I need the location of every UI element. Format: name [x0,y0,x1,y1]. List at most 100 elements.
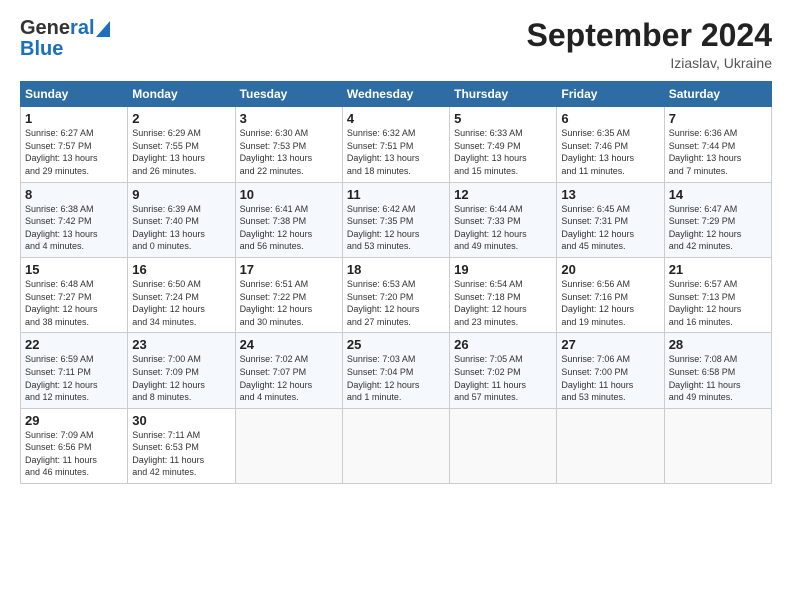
day-number: 19 [454,262,552,277]
day-detail: Sunrise: 7:09 AMSunset: 6:56 PMDaylight:… [25,429,123,479]
calendar-cell: 19Sunrise: 6:54 AMSunset: 7:18 PMDayligh… [450,257,557,332]
day-detail: Sunrise: 6:45 AMSunset: 7:31 PMDaylight:… [561,203,659,253]
day-detail: Sunrise: 6:27 AMSunset: 7:57 PMDaylight:… [25,127,123,177]
weekday-header-tuesday: Tuesday [235,82,342,107]
calendar-cell: 21Sunrise: 6:57 AMSunset: 7:13 PMDayligh… [664,257,771,332]
day-detail: Sunrise: 6:48 AMSunset: 7:27 PMDaylight:… [25,278,123,328]
day-number: 10 [240,187,338,202]
day-detail: Sunrise: 6:51 AMSunset: 7:22 PMDaylight:… [240,278,338,328]
day-number: 2 [132,111,230,126]
day-detail: Sunrise: 6:54 AMSunset: 7:18 PMDaylight:… [454,278,552,328]
day-number: 24 [240,337,338,352]
calendar-cell [664,408,771,483]
calendar-cell: 17Sunrise: 6:51 AMSunset: 7:22 PMDayligh… [235,257,342,332]
calendar-cell: 12Sunrise: 6:44 AMSunset: 7:33 PMDayligh… [450,182,557,257]
day-detail: Sunrise: 7:11 AMSunset: 6:53 PMDaylight:… [132,429,230,479]
weekday-header-sunday: Sunday [21,82,128,107]
calendar-cell: 28Sunrise: 7:08 AMSunset: 6:58 PMDayligh… [664,333,771,408]
day-number: 20 [561,262,659,277]
calendar-cell: 10Sunrise: 6:41 AMSunset: 7:38 PMDayligh… [235,182,342,257]
day-number: 1 [25,111,123,126]
day-number: 18 [347,262,445,277]
calendar-cell [557,408,664,483]
calendar-cell: 27Sunrise: 7:06 AMSunset: 7:00 PMDayligh… [557,333,664,408]
day-detail: Sunrise: 6:33 AMSunset: 7:49 PMDaylight:… [454,127,552,177]
title-block: September 2024 Iziaslav, Ukraine [527,18,772,71]
day-detail: Sunrise: 6:35 AMSunset: 7:46 PMDaylight:… [561,127,659,177]
day-detail: Sunrise: 6:57 AMSunset: 7:13 PMDaylight:… [669,278,767,328]
calendar-cell: 24Sunrise: 7:02 AMSunset: 7:07 PMDayligh… [235,333,342,408]
weekday-header-thursday: Thursday [450,82,557,107]
day-detail: Sunrise: 6:30 AMSunset: 7:53 PMDaylight:… [240,127,338,177]
month-title: September 2024 [527,18,772,53]
calendar-cell [450,408,557,483]
day-detail: Sunrise: 7:00 AMSunset: 7:09 PMDaylight:… [132,353,230,403]
day-number: 14 [669,187,767,202]
calendar-cell: 22Sunrise: 6:59 AMSunset: 7:11 PMDayligh… [21,333,128,408]
day-detail: Sunrise: 6:29 AMSunset: 7:55 PMDaylight:… [132,127,230,177]
day-detail: Sunrise: 7:05 AMSunset: 7:02 PMDaylight:… [454,353,552,403]
calendar-cell [342,408,449,483]
day-number: 23 [132,337,230,352]
day-number: 16 [132,262,230,277]
calendar-cell: 9Sunrise: 6:39 AMSunset: 7:40 PMDaylight… [128,182,235,257]
day-number: 9 [132,187,230,202]
calendar-table: SundayMondayTuesdayWednesdayThursdayFrid… [20,81,772,484]
day-detail: Sunrise: 6:53 AMSunset: 7:20 PMDaylight:… [347,278,445,328]
calendar-cell: 25Sunrise: 7:03 AMSunset: 7:04 PMDayligh… [342,333,449,408]
day-number: 22 [25,337,123,352]
day-detail: Sunrise: 6:39 AMSunset: 7:40 PMDaylight:… [132,203,230,253]
day-number: 8 [25,187,123,202]
calendar-cell: 30Sunrise: 7:11 AMSunset: 6:53 PMDayligh… [128,408,235,483]
calendar-cell: 26Sunrise: 7:05 AMSunset: 7:02 PMDayligh… [450,333,557,408]
day-number: 17 [240,262,338,277]
day-number: 15 [25,262,123,277]
calendar-cell: 13Sunrise: 6:45 AMSunset: 7:31 PMDayligh… [557,182,664,257]
calendar-cell: 15Sunrise: 6:48 AMSunset: 7:27 PMDayligh… [21,257,128,332]
logo: General Blue [20,18,110,59]
day-detail: Sunrise: 6:32 AMSunset: 7:51 PMDaylight:… [347,127,445,177]
calendar-cell: 4Sunrise: 6:32 AMSunset: 7:51 PMDaylight… [342,107,449,182]
day-detail: Sunrise: 7:06 AMSunset: 7:00 PMDaylight:… [561,353,659,403]
weekday-header-friday: Friday [557,82,664,107]
weekday-header-monday: Monday [128,82,235,107]
calendar-cell: 5Sunrise: 6:33 AMSunset: 7:49 PMDaylight… [450,107,557,182]
calendar-cell [235,408,342,483]
day-number: 25 [347,337,445,352]
day-number: 28 [669,337,767,352]
calendar-cell: 2Sunrise: 6:29 AMSunset: 7:55 PMDaylight… [128,107,235,182]
calendar-cell: 16Sunrise: 6:50 AMSunset: 7:24 PMDayligh… [128,257,235,332]
day-detail: Sunrise: 6:47 AMSunset: 7:29 PMDaylight:… [669,203,767,253]
day-number: 3 [240,111,338,126]
day-number: 27 [561,337,659,352]
day-detail: Sunrise: 6:36 AMSunset: 7:44 PMDaylight:… [669,127,767,177]
calendar-cell: 1Sunrise: 6:27 AMSunset: 7:57 PMDaylight… [21,107,128,182]
calendar-cell: 3Sunrise: 6:30 AMSunset: 7:53 PMDaylight… [235,107,342,182]
day-detail: Sunrise: 6:50 AMSunset: 7:24 PMDaylight:… [132,278,230,328]
day-detail: Sunrise: 6:59 AMSunset: 7:11 PMDaylight:… [25,353,123,403]
day-detail: Sunrise: 7:08 AMSunset: 6:58 PMDaylight:… [669,353,767,403]
day-number: 21 [669,262,767,277]
day-detail: Sunrise: 6:38 AMSunset: 7:42 PMDaylight:… [25,203,123,253]
location: Iziaslav, Ukraine [527,55,772,71]
day-detail: Sunrise: 6:56 AMSunset: 7:16 PMDaylight:… [561,278,659,328]
calendar-cell: 6Sunrise: 6:35 AMSunset: 7:46 PMDaylight… [557,107,664,182]
day-number: 7 [669,111,767,126]
calendar-cell: 23Sunrise: 7:00 AMSunset: 7:09 PMDayligh… [128,333,235,408]
day-detail: Sunrise: 6:42 AMSunset: 7:35 PMDaylight:… [347,203,445,253]
weekday-header-wednesday: Wednesday [342,82,449,107]
day-number: 30 [132,413,230,428]
calendar-cell: 29Sunrise: 7:09 AMSunset: 6:56 PMDayligh… [21,408,128,483]
day-number: 26 [454,337,552,352]
day-detail: Sunrise: 7:02 AMSunset: 7:07 PMDaylight:… [240,353,338,403]
calendar-cell: 14Sunrise: 6:47 AMSunset: 7:29 PMDayligh… [664,182,771,257]
day-number: 11 [347,187,445,202]
day-detail: Sunrise: 6:41 AMSunset: 7:38 PMDaylight:… [240,203,338,253]
weekday-header-saturday: Saturday [664,82,771,107]
day-number: 13 [561,187,659,202]
calendar-cell: 20Sunrise: 6:56 AMSunset: 7:16 PMDayligh… [557,257,664,332]
calendar-cell: 7Sunrise: 6:36 AMSunset: 7:44 PMDaylight… [664,107,771,182]
day-number: 12 [454,187,552,202]
day-number: 4 [347,111,445,126]
calendar-cell: 11Sunrise: 6:42 AMSunset: 7:35 PMDayligh… [342,182,449,257]
